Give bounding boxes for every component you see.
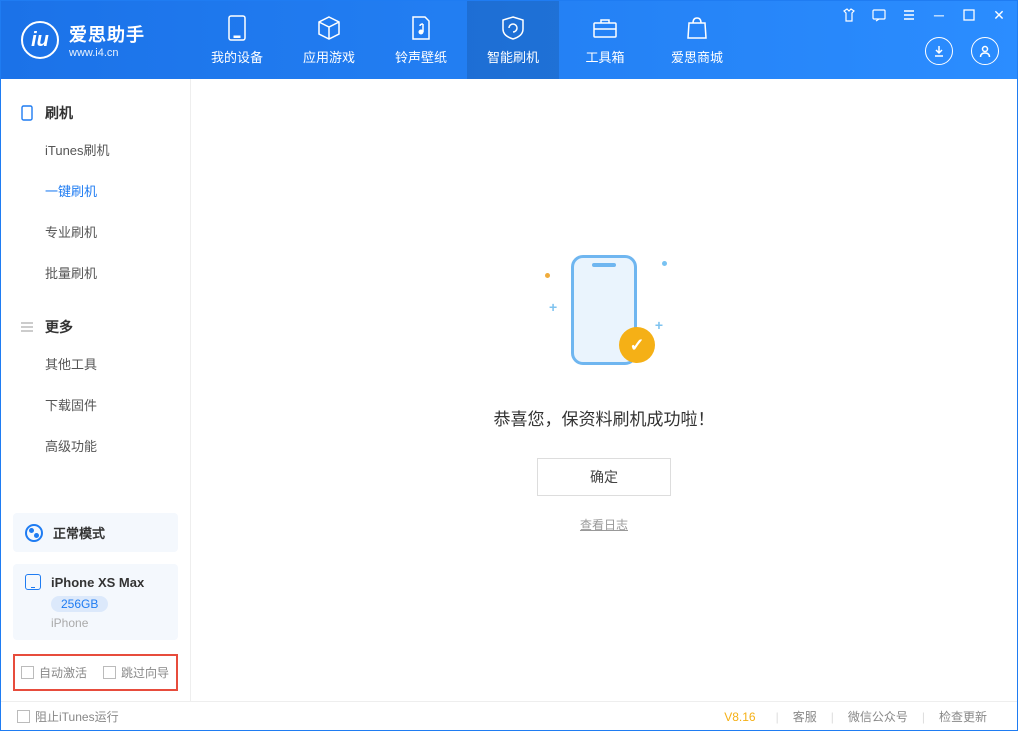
header-right-icons — [925, 37, 999, 65]
checkbox-icon — [21, 666, 34, 679]
device-name: iPhone XS Max — [51, 575, 144, 590]
view-log-link[interactable]: 查看日志 — [580, 516, 628, 533]
version-label: V8.16 — [724, 710, 755, 724]
checkbox-icon — [17, 710, 30, 723]
user-icon[interactable] — [971, 37, 999, 65]
sidebar-item-one-click-flash[interactable]: 一键刷机 — [45, 170, 190, 211]
checkbox-skip-guide[interactable]: 跳过向导 — [103, 664, 169, 681]
main-content: ++ ✓ 恭喜您，保资料刷机成功啦！ 确定 查看日志 — [191, 79, 1017, 701]
ok-button[interactable]: 确定 — [537, 458, 671, 496]
footer-link-wechat[interactable]: 微信公众号 — [834, 708, 922, 725]
checkmark-badge-icon: ✓ — [619, 327, 655, 363]
nav-ringtone-wallpaper[interactable]: 铃声壁纸 — [375, 1, 467, 79]
sidebar-item-download-firmware[interactable]: 下载固件 — [45, 384, 190, 425]
sidebar-item-itunes-flash[interactable]: iTunes刷机 — [45, 129, 190, 170]
checkbox-icon — [103, 666, 116, 679]
sidebar-item-advanced[interactable]: 高级功能 — [45, 425, 190, 466]
app-url: www.i4.cn — [69, 47, 145, 59]
footer-link-support[interactable]: 客服 — [779, 708, 831, 725]
top-nav: 我的设备 应用游戏 铃声壁纸 智能刷机 工具箱 爱思商城 — [191, 1, 743, 79]
success-illustration: ++ ✓ — [539, 247, 669, 377]
bottom-options: 自动激活 跳过向导 — [13, 654, 178, 691]
logo-icon: iu — [21, 21, 59, 59]
sidebar-header-more: 更多 — [1, 311, 190, 343]
footer: 阻止iTunes运行 V8.16 | 客服 | 微信公众号 | 检查更新 — [1, 701, 1017, 731]
phone-icon — [224, 15, 250, 41]
phone-small-icon — [19, 105, 35, 121]
nav-store[interactable]: 爱思商城 — [651, 1, 743, 79]
briefcase-icon — [592, 15, 618, 41]
cube-icon — [316, 15, 342, 41]
music-file-icon — [408, 15, 434, 41]
window-controls: ─ ✕ — [839, 5, 1009, 25]
app-name: 爱思助手 — [69, 21, 145, 47]
sidebar-section-more: 更多 其他工具 下载固件 高级功能 — [1, 293, 190, 466]
device-type: iPhone — [51, 616, 166, 630]
device-box[interactable]: iPhone XS Max 256GB iPhone — [13, 564, 178, 640]
feedback-icon[interactable] — [869, 5, 889, 25]
sidebar-item-other-tools[interactable]: 其他工具 — [45, 343, 190, 384]
nav-toolbox[interactable]: 工具箱 — [559, 1, 651, 79]
bag-icon — [684, 15, 710, 41]
sidebar: 刷机 iTunes刷机 一键刷机 专业刷机 批量刷机 更多 其他工具 下载固件 … — [1, 79, 191, 701]
close-button[interactable]: ✕ — [989, 5, 1009, 25]
success-message: 恭喜您，保资料刷机成功啦！ — [494, 405, 715, 430]
shirt-icon[interactable] — [839, 5, 859, 25]
device-icon — [25, 574, 41, 590]
sidebar-header-flash: 刷机 — [1, 97, 190, 129]
footer-link-update[interactable]: 检查更新 — [925, 708, 1001, 725]
header: iu 爱思助手 www.i4.cn 我的设备 应用游戏 铃声壁纸 智能刷机 工具… — [1, 1, 1017, 79]
minimize-button[interactable]: ─ — [929, 5, 949, 25]
mode-label: 正常模式 — [53, 523, 105, 542]
checkbox-block-itunes[interactable]: 阻止iTunes运行 — [17, 708, 119, 725]
nav-apps-games[interactable]: 应用游戏 — [283, 1, 375, 79]
list-icon — [19, 319, 35, 335]
mode-icon — [25, 524, 43, 542]
body: 刷机 iTunes刷机 一键刷机 专业刷机 批量刷机 更多 其他工具 下载固件 … — [1, 79, 1017, 701]
logo-area[interactable]: iu 爱思助手 www.i4.cn — [1, 21, 191, 59]
download-icon[interactable] — [925, 37, 953, 65]
menu-icon[interactable] — [899, 5, 919, 25]
device-capacity: 256GB — [51, 596, 108, 612]
nav-smart-flash[interactable]: 智能刷机 — [467, 1, 559, 79]
maximize-button[interactable] — [959, 5, 979, 25]
nav-my-device[interactable]: 我的设备 — [191, 1, 283, 79]
sidebar-item-batch-flash[interactable]: 批量刷机 — [45, 252, 190, 293]
refresh-shield-icon — [500, 15, 526, 41]
sidebar-section-flash: 刷机 iTunes刷机 一键刷机 专业刷机 批量刷机 — [1, 79, 190, 293]
sidebar-item-pro-flash[interactable]: 专业刷机 — [45, 211, 190, 252]
mode-box[interactable]: 正常模式 — [13, 513, 178, 552]
checkbox-auto-activate[interactable]: 自动激活 — [21, 664, 87, 681]
